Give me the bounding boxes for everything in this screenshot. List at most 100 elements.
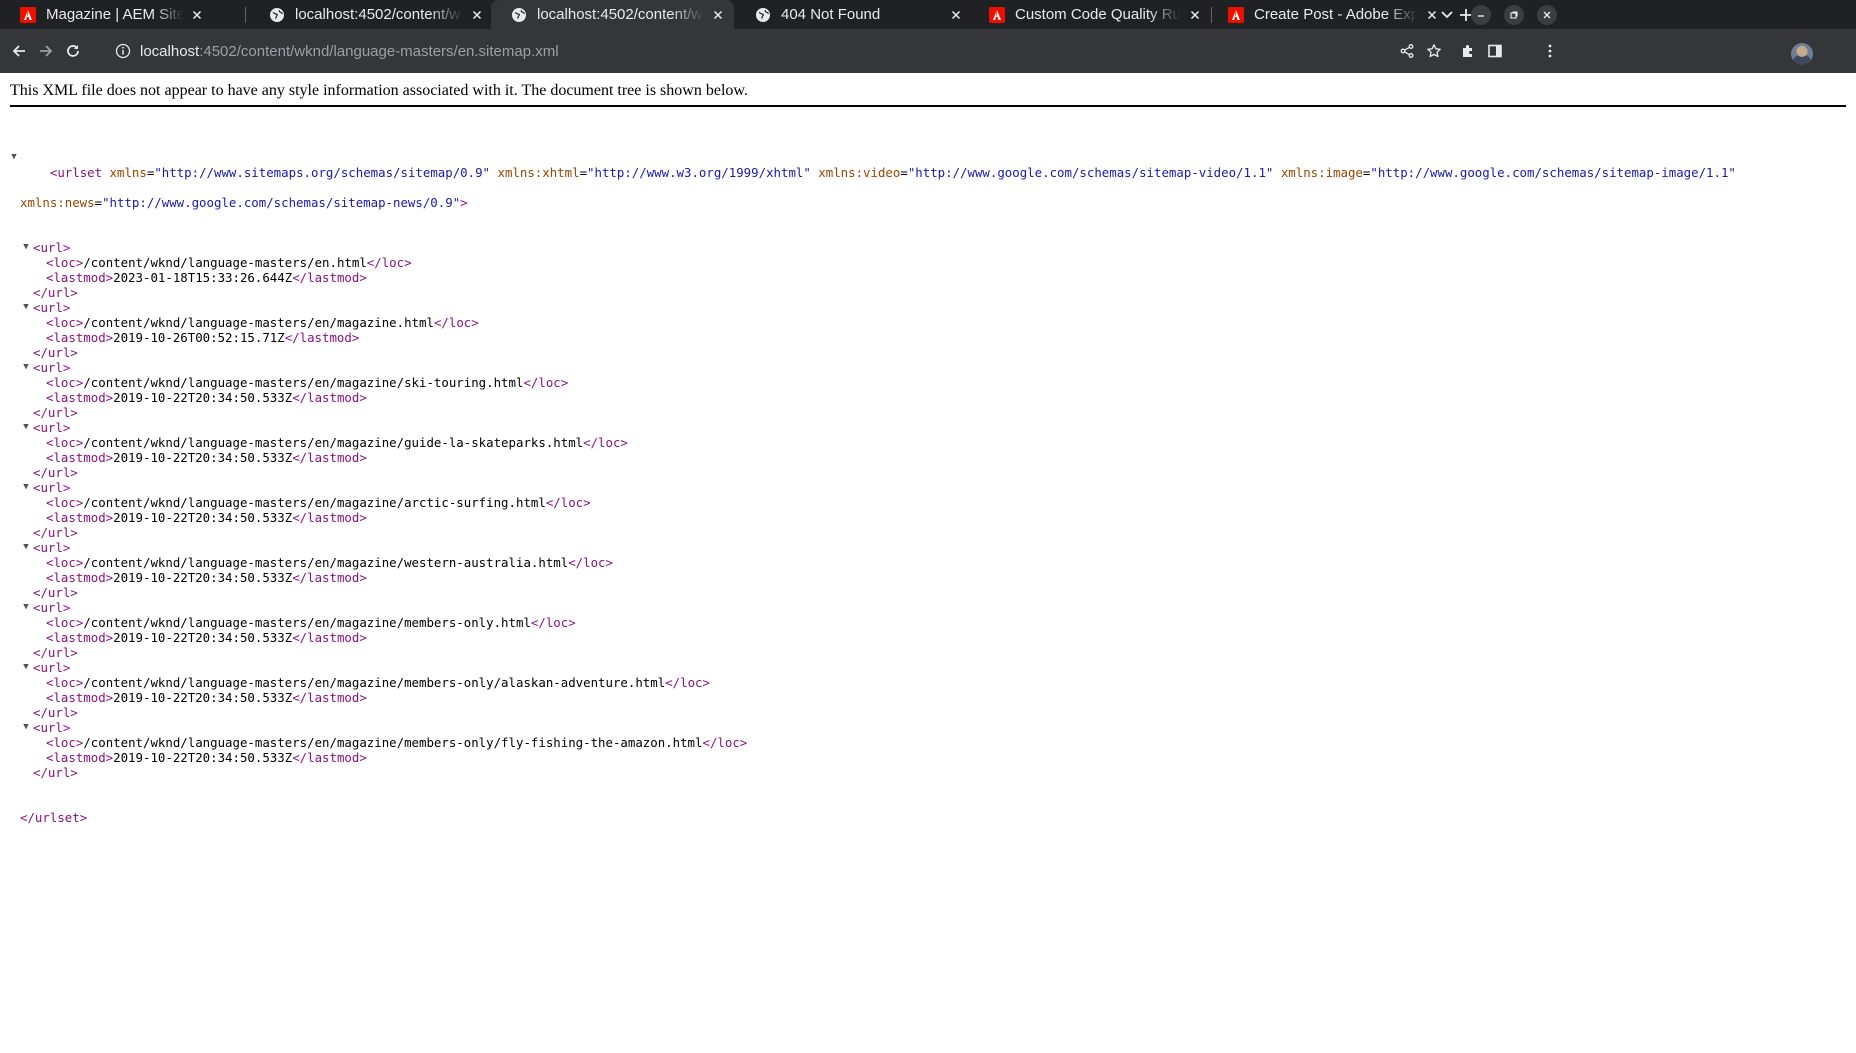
url-lastmod: 2023-01-18T15:33:26.644Z [113,270,293,285]
url-entry: ▼ <url> <loc>/content/wknd/language-master… [0,300,1736,360]
site-info-icon[interactable] [114,42,132,60]
url-loc: /content/wknd/language-masters/en/magazi… [83,375,524,390]
url-entry: ▼ <url> <loc>/content/wknd/language-master… [0,480,1736,540]
url-lastmod: 2019-10-22T20:34:50.533Z [113,750,293,765]
collapse-toggle-icon[interactable]: ▼ [21,240,31,255]
xml-attr-value: "http://www.google.com/schemas/sitemap-v… [907,165,1274,180]
url-entry: ▼ <url> <loc>/content/wknd/language-master… [0,540,1736,600]
url-entry: ▼ <url> <loc>/content/wknd/language-master… [0,240,1736,300]
xml-attr-value: "http://www.w3.org/1999/xhtml" [587,165,811,180]
profile-avatar[interactable] [1791,43,1813,65]
tab-title: localhost:4502/content/w [295,6,461,23]
bookmark-button[interactable] [1423,40,1445,62]
adobe-red-icon [1228,6,1244,23]
url-lastmod: 2019-10-22T20:34:50.533Z [113,510,293,525]
side-panel-icon [1488,44,1502,58]
divider [10,105,1846,107]
globe-icon [511,7,527,23]
url-loc: /content/wknd/language-masters/en/magazi… [83,495,546,510]
extensions-button[interactable] [1457,40,1479,62]
tab-close-icon[interactable] [189,7,205,23]
tab-close-icon[interactable] [710,7,726,23]
collapse-toggle-icon[interactable]: ▼ [21,600,31,615]
back-button[interactable] [8,40,30,62]
collapse-toggle-icon[interactable]: ▼ [21,420,31,435]
collapse-toggle-icon[interactable]: ▼ [21,480,31,495]
tab-close-icon[interactable] [469,7,485,23]
tab-strip: Magazine | AEM Sites | Pa localhost:4502/… [0,0,1856,29]
xml-attr-name: xmlns:video [818,165,901,180]
url-lastmod: 2019-10-22T20:34:50.533Z [113,570,293,585]
star-icon [1427,44,1441,58]
url-lastmod: 2019-10-22T20:34:50.533Z [113,630,293,645]
tab-5[interactable]: Custom Code Quality Rule [969,0,1211,29]
xml-attr-value: "http://www.google.com/schemas/sitemap-n… [102,195,461,210]
chevron-down-icon [1441,11,1453,19]
xml-attr-name: xmlns:news [20,195,95,210]
root-close-tag: </urlset> [20,810,88,825]
url-lastmod: 2019-10-22T20:34:50.533Z [113,690,293,705]
tab-1[interactable]: Magazine | AEM Sites | Pa [0,0,213,29]
collapse-toggle-icon[interactable]: ▼ [21,540,31,555]
tab-separator [245,7,246,23]
url-lastmod: 2019-10-26T00:52:15.71Z [113,330,285,345]
url-entry: ▼ <url> <loc>/content/wknd/language-master… [0,360,1736,420]
tab-6[interactable]: Create Post - Adobe Expe [1208,0,1448,29]
kebab-menu-icon [1548,44,1552,58]
tab-3[interactable]: localhost:4502/content/w [491,0,734,29]
share-icon [1400,44,1414,58]
close-window-button[interactable] [1537,5,1557,25]
url-lastmod: 2019-10-22T20:34:50.533Z [113,450,293,465]
url-loc: /content/wknd/language-masters/en/magazi… [83,315,434,330]
close-icon [1543,11,1551,19]
menu-button[interactable] [1539,40,1561,62]
url-entry: ▼ <url> <loc>/content/wknd/language-master… [0,660,1736,720]
side-panel-button[interactable] [1484,40,1506,62]
reload-button[interactable] [62,40,84,62]
url-host: localhost [140,42,200,60]
tab-title: Magazine | AEM Sites | Pa [46,6,183,23]
tab-title: localhost:4502/content/w [537,6,703,23]
globe-icon [269,7,285,23]
arrow-right-icon [40,45,53,57]
minimize-button[interactable] [1471,5,1491,25]
tab-separator [1211,7,1212,23]
puzzle-icon [1463,45,1472,57]
collapse-toggle-icon[interactable]: ▼ [9,150,19,165]
restore-button[interactable] [1504,5,1524,25]
collapse-toggle-icon[interactable]: ▼ [21,300,31,315]
xml-attr-value: "http://www.google.com/schemas/sitemap-i… [1370,165,1736,180]
url-loc: /content/wknd/language-masters/en/magazi… [83,675,666,690]
tab-2[interactable]: localhost:4502/content/w [249,0,493,29]
xml-style-notice: This XML file does not appear to have an… [10,82,748,99]
url-loc: /content/wknd/language-masters/en/magazi… [83,555,569,570]
tab-close-icon[interactable] [1187,7,1203,23]
adobe-red-icon [989,6,1005,23]
browser-toolbar: localhost:4502/content/wknd/language-mas… [0,29,1856,73]
xml-attr-name: xmlns:image [1280,165,1363,180]
adobe-red-icon [20,6,36,23]
globe-icon [755,7,771,23]
xml-tree: ▼ <urlset xmlns="http://www.sitemaps.org/… [0,120,1736,840]
xml-attr-value: "http://www.sitemaps.org/schemas/sitemap… [154,165,491,180]
share-button[interactable] [1396,40,1418,62]
forward-button[interactable] [35,40,57,62]
url-entry: ▼ <url> <loc>/content/wknd/language-master… [0,420,1736,480]
collapse-toggle-icon[interactable]: ▼ [21,660,31,675]
collapse-toggle-icon[interactable]: ▼ [21,360,31,375]
url-loc: /content/wknd/language-masters/en/magazi… [83,615,531,630]
reload-icon [67,45,79,57]
xml-attr-name: xmlns [109,165,147,180]
url-loc: /content/wknd/language-masters/en/magazi… [83,435,584,450]
collapse-toggle-icon[interactable]: ▼ [21,720,31,735]
url-entry: ▼ <url> <loc>/content/wknd/language-master… [0,720,1736,780]
url-lastmod: 2019-10-22T20:34:50.533Z [113,390,293,405]
arrow-left-icon [12,45,25,57]
tab-4[interactable]: 404 Not Found [735,0,972,29]
tab-search-button[interactable] [1437,5,1457,25]
xml-attr-name: xmlns:xhtml [497,165,580,180]
root-open-tag: <urlset [49,165,103,180]
restore-icon [1510,11,1518,19]
tab-close-icon[interactable] [948,7,964,23]
url-path: :4502/content/wknd/language-masters/en.s… [199,42,559,60]
